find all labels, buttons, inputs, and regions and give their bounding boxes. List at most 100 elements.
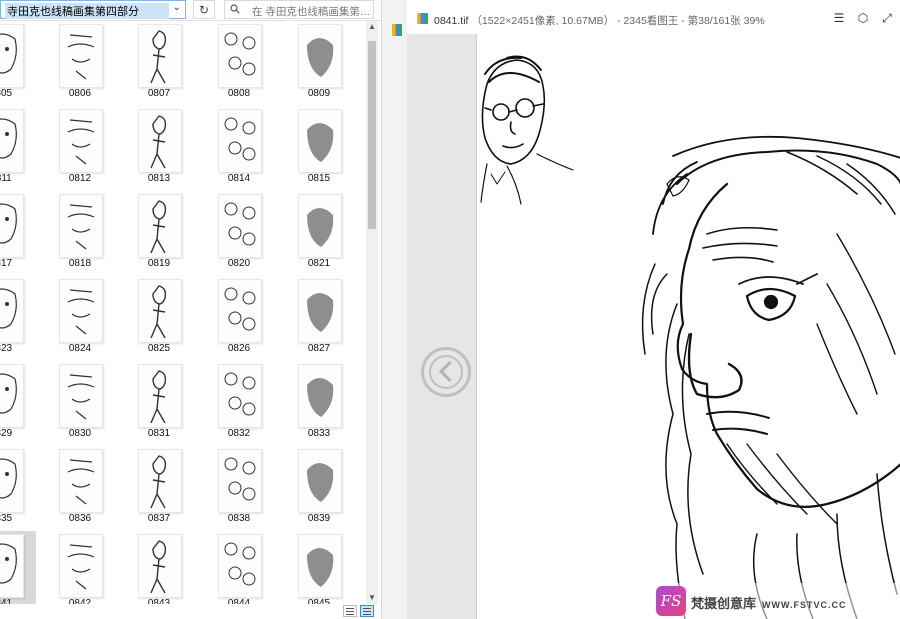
skin-icon[interactable]: ⬡ bbox=[855, 10, 871, 26]
thumbnail-tile[interactable]: 0831 bbox=[124, 361, 194, 445]
thumbnail-image bbox=[0, 194, 24, 258]
app-icon bbox=[417, 13, 428, 24]
thumbnail-label: 0836 bbox=[68, 513, 92, 524]
thumbnail-image bbox=[0, 364, 24, 428]
thumbnail-tile[interactable]: 0827 bbox=[284, 276, 354, 360]
thumbnail-tile[interactable]: 0838 bbox=[204, 446, 274, 530]
address-text: 寺田克也线稿画集第四部分 bbox=[5, 3, 169, 19]
thumbnail-tile[interactable]: 0808 bbox=[204, 21, 274, 105]
refresh-button[interactable]: ↻ bbox=[193, 0, 215, 19]
thumbnail-label: 0835 bbox=[0, 513, 13, 524]
thumbnail-image bbox=[0, 24, 24, 88]
status-bar bbox=[0, 604, 381, 619]
thumbnail-tile[interactable]: 0813 bbox=[124, 106, 194, 190]
title-bar: 0841.tif （1522×2451像素, 10.67MB） - 2345看图… bbox=[407, 0, 900, 34]
thumbnail-image bbox=[298, 534, 342, 598]
thumbnail-image bbox=[138, 109, 182, 173]
thumbnail-image bbox=[59, 194, 103, 258]
thumbnail-tile[interactable]: 0835 bbox=[0, 446, 36, 530]
thumbnail-label: 0815 bbox=[307, 173, 331, 184]
thumbnail-tile[interactable]: 0821 bbox=[284, 191, 354, 275]
thumbnail-tile[interactable]: 0826 bbox=[204, 276, 274, 360]
thumbnail-tile[interactable]: 0837 bbox=[124, 446, 194, 530]
thumbnail-label: 0830 bbox=[68, 428, 92, 439]
search-icon bbox=[230, 4, 240, 14]
thumbnail-tile[interactable]: 0841 bbox=[0, 531, 36, 609]
thumbnail-tile[interactable]: 0817 bbox=[0, 191, 36, 275]
file-info: （1522×2451像素, 10.67MB） bbox=[471, 15, 615, 27]
thumbnail-image bbox=[138, 194, 182, 258]
thumbnail-image bbox=[138, 24, 182, 88]
thumbnail-tile[interactable]: 0815 bbox=[284, 106, 354, 190]
thumbnail-label: 0832 bbox=[227, 428, 251, 439]
thumbnail-image bbox=[59, 364, 103, 428]
thumbnail-label: 0838 bbox=[227, 513, 251, 524]
thumbnail-image bbox=[138, 364, 182, 428]
thumbnail-tile[interactable]: 0844 bbox=[204, 531, 274, 609]
thumbnail-image bbox=[59, 279, 103, 343]
thumbnail-label: 0809 bbox=[307, 88, 331, 99]
thumbnail-view-button[interactable] bbox=[360, 605, 374, 617]
thumbnail-label: 0806 bbox=[68, 88, 92, 99]
thumbnail-tile[interactable]: 0819 bbox=[124, 191, 194, 275]
thumbnail-tile[interactable]: 0824 bbox=[45, 276, 115, 360]
thumbnail-tile[interactable]: 0825 bbox=[124, 276, 194, 360]
file-name: 0841.tif bbox=[434, 15, 469, 27]
thumbnail-label: 0820 bbox=[227, 258, 251, 269]
thumbnail-image bbox=[298, 449, 342, 513]
thumbnail-tile[interactable]: 0832 bbox=[204, 361, 274, 445]
image-viewer-window: 0841.tif （1522×2451像素, 10.67MB） - 2345看图… bbox=[407, 0, 900, 619]
thumbnail-tile[interactable]: 0811 bbox=[0, 106, 36, 190]
thumbnail-label: 0823 bbox=[0, 343, 13, 354]
thumbnail-image bbox=[138, 449, 182, 513]
menu-icon[interactable]: ☰ bbox=[831, 10, 847, 26]
thumbnail-label: 0837 bbox=[147, 513, 171, 524]
thumbnail-tile[interactable]: 0843 bbox=[124, 531, 194, 609]
thumbnail-image bbox=[0, 109, 24, 173]
thumbnail-label: 0817 bbox=[0, 258, 13, 269]
thumbnail-label: 0826 bbox=[227, 343, 251, 354]
thumbnail-tile[interactable]: 0839 bbox=[284, 446, 354, 530]
thumbnail-tile[interactable]: 0807 bbox=[124, 21, 194, 105]
thumbnail-tile[interactable]: 0818 bbox=[45, 191, 115, 275]
thumbnail-tile[interactable]: 0814 bbox=[204, 106, 274, 190]
thumbnail-label: 0821 bbox=[307, 258, 331, 269]
thumbnail-tile[interactable]: 0836 bbox=[45, 446, 115, 530]
thumbnail-tile[interactable]: 0829 bbox=[0, 361, 36, 445]
thumbnail-tile[interactable]: 0809 bbox=[284, 21, 354, 105]
previous-image-button[interactable] bbox=[421, 347, 471, 397]
fullscreen-icon[interactable]: ⤢ bbox=[879, 10, 895, 26]
thumbnail-label: 0808 bbox=[227, 88, 251, 99]
thumbnail-image bbox=[0, 449, 24, 513]
watermark-badge: FS 梵摄创意库 WWW.FSTVC.CC bbox=[651, 583, 900, 619]
thumbnail-tile[interactable]: 0806 bbox=[45, 21, 115, 105]
details-view-button[interactable] bbox=[343, 605, 357, 617]
thumbnail-tile[interactable]: 0845 bbox=[284, 531, 354, 609]
chevron-down-icon[interactable]: ⌄ bbox=[173, 2, 181, 13]
thumbnail-image bbox=[59, 24, 103, 88]
thumbnail-tile[interactable]: 0830 bbox=[45, 361, 115, 445]
small-head-sketch bbox=[480, 55, 574, 205]
thumbnail-tile[interactable]: 0823 bbox=[0, 276, 36, 360]
vertical-scrollbar[interactable]: ▲ ▼ bbox=[366, 21, 378, 604]
thumbnail-tile[interactable]: 0812 bbox=[45, 106, 115, 190]
thumbnail-tile[interactable]: 0820 bbox=[204, 191, 274, 275]
thumbnail-label: 0829 bbox=[0, 428, 13, 439]
image-canvas[interactable] bbox=[407, 34, 900, 619]
thumbnail-label: 0819 bbox=[147, 258, 171, 269]
thumbnail-tile[interactable]: 0833 bbox=[284, 361, 354, 445]
scroll-up-icon[interactable]: ▲ bbox=[366, 21, 378, 33]
thumbnail-tile[interactable]: 0842 bbox=[45, 531, 115, 609]
thumbnail-label: 0812 bbox=[68, 173, 92, 184]
thumbnail-image bbox=[59, 109, 103, 173]
thumbnail-tile[interactable]: 0805 bbox=[0, 21, 36, 105]
thumbnail-image bbox=[138, 279, 182, 343]
image-page bbox=[476, 34, 900, 619]
address-bar[interactable]: 寺田克也线稿画集第四部分 ⌄ bbox=[0, 0, 186, 19]
thumbnail-label: 0818 bbox=[68, 258, 92, 269]
scrollbar-thumb[interactable] bbox=[368, 41, 376, 229]
sketch-drawing bbox=[480, 55, 900, 619]
thumbnail-image bbox=[59, 534, 103, 598]
search-input[interactable]: 在 寺田克也线稿画集第四部... bbox=[224, 0, 374, 19]
scroll-down-icon[interactable]: ▼ bbox=[366, 592, 378, 604]
